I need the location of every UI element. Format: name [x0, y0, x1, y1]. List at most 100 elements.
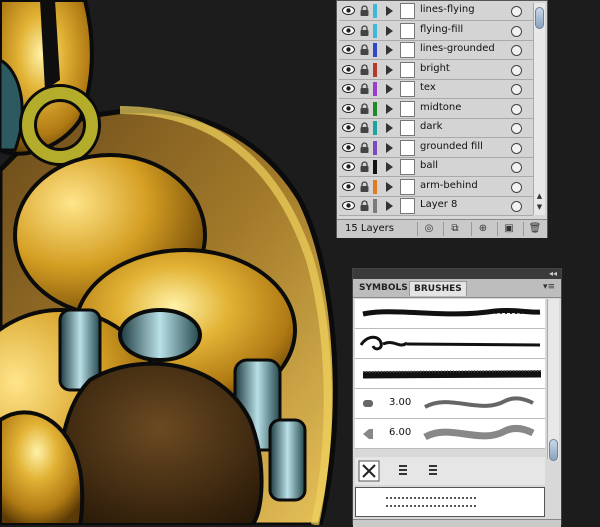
splatter-brush-icon — [362, 307, 541, 317]
layer-thumbnail — [400, 159, 415, 175]
pattern-brush-preview[interactable] — [355, 487, 545, 517]
layer-name[interactable]: arm-behind — [420, 180, 478, 191]
layer-row[interactable]: lines-flying — [339, 2, 533, 21]
layer-row[interactable]: arm-behind — [339, 177, 533, 197]
lock-icon[interactable] — [359, 200, 370, 212]
expand-triangle-icon[interactable] — [386, 25, 393, 36]
layer-name[interactable]: bright — [420, 63, 450, 74]
eye-icon[interactable] — [342, 44, 355, 55]
expand-triangle-icon[interactable] — [386, 142, 393, 153]
eye-icon[interactable] — [342, 64, 355, 75]
scroll-down-icon[interactable]: ▼ — [535, 202, 544, 212]
brush-calligraphic-6[interactable]: 6.00 — [355, 419, 545, 449]
layer-thumbnail — [400, 42, 415, 58]
lock-icon[interactable] — [359, 141, 370, 154]
target-circle-icon[interactable] — [511, 201, 522, 212]
layer-name[interactable]: tex — [420, 82, 436, 93]
layer-row[interactable]: dark — [339, 119, 533, 138]
layer-thumbnail — [400, 22, 415, 39]
eye-icon[interactable] — [342, 181, 355, 192]
brush-calligraphic-3[interactable]: 3.00 — [355, 389, 545, 419]
eye-icon[interactable] — [342, 83, 355, 94]
expand-triangle-icon[interactable] — [386, 84, 393, 94]
locate-object-icon[interactable]: ◎ — [417, 222, 440, 236]
lock-icon[interactable] — [359, 24, 370, 37]
eye-icon[interactable] — [342, 5, 355, 16]
target-circle-icon[interactable] — [511, 162, 522, 173]
layer-row[interactable]: ball — [339, 158, 533, 177]
layer-color-swatch — [373, 160, 377, 174]
expand-triangle-icon[interactable] — [386, 103, 393, 114]
lock-icon[interactable] — [359, 102, 370, 115]
brush-art-flourish[interactable] — [355, 329, 545, 359]
eye-icon[interactable] — [342, 103, 355, 114]
lock-icon[interactable] — [359, 83, 370, 95]
lock-icon[interactable] — [359, 5, 370, 17]
target-circle-icon[interactable] — [511, 142, 522, 154]
layer-row[interactable]: tex — [339, 80, 533, 99]
target-circle-icon[interactable] — [511, 6, 522, 17]
panel-menu-icon[interactable]: ▾≡ — [543, 282, 555, 292]
brush-art-chalk[interactable] — [355, 359, 545, 389]
target-circle-icon[interactable] — [511, 181, 522, 193]
brushes-scrollbar[interactable] — [547, 299, 559, 461]
expand-triangle-icon[interactable] — [386, 181, 393, 192]
layer-row[interactable]: midtone — [339, 99, 533, 119]
collapse-panel-icon[interactable]: ◂◂ — [549, 269, 557, 279]
layer-row[interactable]: lines-grounded — [339, 41, 533, 60]
eye-icon[interactable] — [342, 142, 355, 153]
panel-title-bar[interactable]: ◂◂ — [353, 269, 561, 279]
tab-symbols[interactable]: SYMBOLS — [355, 281, 412, 295]
brush-size: 6.00 — [389, 427, 412, 438]
target-circle-icon[interactable] — [511, 45, 522, 56]
layer-row[interactable]: flying-fill — [339, 21, 533, 41]
layer-thumbnail — [400, 61, 415, 78]
eye-icon[interactable] — [342, 200, 355, 211]
eye-icon[interactable] — [342, 161, 355, 172]
layers-scrollbar[interactable]: ▲ ▼ — [533, 3, 545, 215]
layer-name[interactable]: lines-flying — [420, 4, 475, 15]
layer-name[interactable]: dark — [420, 121, 442, 132]
target-circle-icon[interactable] — [511, 84, 522, 95]
eye-icon[interactable] — [342, 122, 355, 133]
expand-triangle-icon[interactable] — [386, 6, 393, 16]
layer-row[interactable]: Layer 8 — [339, 197, 533, 216]
layer-color-swatch — [373, 4, 377, 18]
expand-triangle-icon[interactable] — [386, 201, 393, 211]
brush-art-splatter[interactable] — [355, 299, 545, 329]
target-circle-icon[interactable] — [511, 64, 522, 76]
expand-triangle-icon[interactable] — [386, 64, 393, 75]
target-circle-icon[interactable] — [511, 25, 522, 37]
layers-scroll-thumb[interactable] — [535, 7, 544, 29]
scroll-up-icon[interactable]: ▲ — [535, 191, 544, 201]
layer-row[interactable]: bright — [339, 60, 533, 80]
lock-icon[interactable] — [359, 122, 370, 134]
create-sublayer-icon[interactable]: ⊕ — [471, 222, 494, 236]
layer-name[interactable]: lines-grounded — [420, 43, 495, 54]
target-circle-icon[interactable] — [511, 103, 522, 115]
expand-triangle-icon[interactable] — [386, 123, 393, 133]
lock-icon[interactable] — [359, 63, 370, 76]
eye-icon[interactable] — [342, 25, 355, 36]
lock-icon[interactable] — [359, 44, 370, 56]
lock-icon[interactable] — [359, 180, 370, 193]
brushes-scroll-thumb[interactable] — [549, 439, 558, 461]
expand-triangle-icon[interactable] — [386, 45, 393, 55]
layer-row[interactable]: grounded fill — [339, 138, 533, 158]
layer-thumbnail — [400, 120, 415, 136]
delete-layer-icon[interactable]: 🗑 — [523, 222, 546, 236]
make-clipping-mask-icon[interactable]: ⧉ — [443, 222, 466, 236]
layer-name[interactable]: Layer 8 — [420, 199, 457, 210]
pattern-brush-row[interactable] — [355, 457, 545, 485]
target-circle-icon[interactable] — [511, 123, 522, 134]
tab-brushes[interactable]: BRUSHES — [409, 281, 467, 296]
pattern-brush-icons — [358, 460, 437, 482]
lock-icon[interactable] — [359, 161, 370, 173]
new-layer-icon[interactable]: ▣ — [497, 222, 520, 236]
expand-triangle-icon[interactable] — [386, 162, 393, 172]
calligraphic-brush-icon — [363, 424, 535, 441]
layer-name[interactable]: midtone — [420, 102, 461, 113]
layer-name[interactable]: ball — [420, 160, 438, 171]
layer-name[interactable]: grounded fill — [420, 141, 483, 152]
layer-name[interactable]: flying-fill — [420, 24, 463, 35]
